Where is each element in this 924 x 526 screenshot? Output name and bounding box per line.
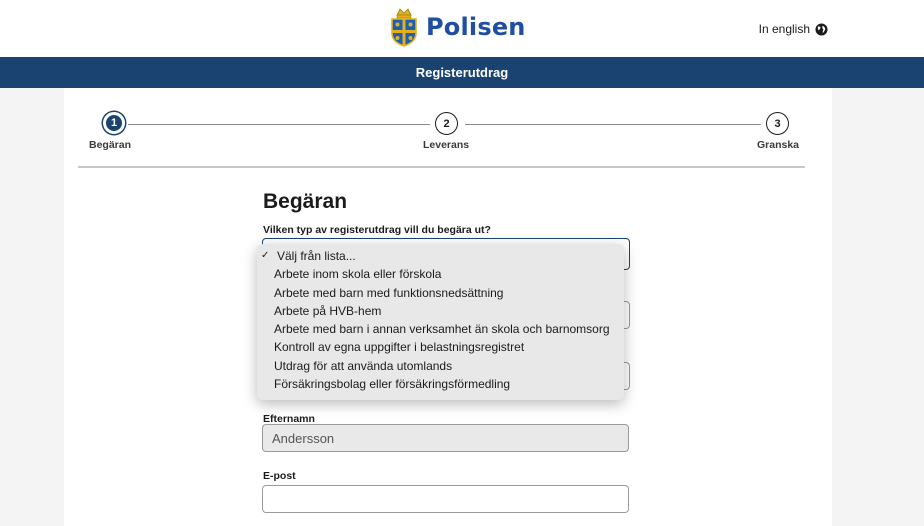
page-title-band: Registerutdrag	[0, 57, 924, 88]
step-3-label: Granska	[757, 139, 800, 151]
logo-text: Polisen	[426, 13, 526, 41]
step-3-circle[interactable]: 3	[766, 112, 789, 135]
dropdown-option-label: Försäkringsbolag eller försäkringsförmed…	[274, 377, 511, 392]
step-1-circle[interactable]: 1	[103, 112, 125, 134]
step-2-number: 2	[443, 117, 450, 130]
dropdown-option-label: Välj från lista...	[277, 249, 356, 263]
dropdown-option[interactable]: Kontroll av egna uppgifter i belastnings…	[257, 338, 624, 356]
step-3-number: 3	[774, 117, 781, 130]
efternamn-value: Andersson	[272, 430, 335, 446]
dropdown-option-label: Arbete på HVB-hem	[274, 303, 382, 318]
dropdown-option-label: Utdrag för att använda utomlands	[274, 358, 453, 373]
dropdown-option[interactable]: Arbete med barn med funktionsnedsättning	[257, 284, 624, 302]
form-title: Begäran	[263, 190, 348, 213]
epost-field[interactable]	[262, 485, 629, 513]
stepper-line-2	[465, 124, 761, 125]
dropdown-option-label: Kontroll av egna uppgifter i belastnings…	[274, 340, 525, 355]
step-2-circle[interactable]: 2	[435, 112, 458, 135]
top-header: Polisen In english	[0, 0, 924, 57]
dropdown-option[interactable]: Arbete med barn i annan verksamhet än sk…	[257, 320, 624, 338]
dropdown-option-label: Arbete med barn i annan verksamhet än sk…	[274, 322, 610, 337]
dropdown-option-label: Arbete inom skola eller förskola	[274, 267, 442, 282]
section-divider	[78, 166, 805, 168]
police-crest-icon	[391, 8, 417, 47]
efternamn-field[interactable]: Andersson	[262, 424, 629, 452]
step-2-label: Leverans	[423, 139, 470, 151]
dropdown-option-placeholder[interactable]: ✓ Välj från lista...	[257, 247, 624, 265]
polisen-logo[interactable]: Polisen	[389, 7, 526, 47]
dropdown-option[interactable]: Försäkringsbolag eller försäkringsförmed…	[257, 375, 624, 393]
page-title: Registerutdrag	[415, 65, 509, 80]
register-type-label: Vilken typ av registerutdrag vill du beg…	[263, 224, 491, 236]
register-type-dropdown[interactable]: ✓ Välj från lista... Arbete inom skola e…	[257, 244, 624, 400]
dropdown-option-label: Arbete med barn med funktionsnedsättning	[274, 285, 504, 300]
globe-icon	[815, 22, 828, 36]
checkmark-icon: ✓	[261, 250, 270, 261]
dropdown-option[interactable]: Utdrag för att använda utomlands	[257, 357, 624, 375]
dropdown-option[interactable]: Arbete inom skola eller förskola	[257, 265, 624, 283]
step-1-label: Begäran	[89, 139, 132, 151]
stepper-line-1	[128, 124, 430, 125]
dropdown-option[interactable]: Arbete på HVB-hem	[257, 302, 624, 320]
language-link-label: In english	[758, 22, 810, 36]
epost-label: E-post	[263, 470, 296, 482]
step-1-number: 1	[110, 117, 118, 129]
language-link[interactable]: In english	[759, 22, 828, 36]
